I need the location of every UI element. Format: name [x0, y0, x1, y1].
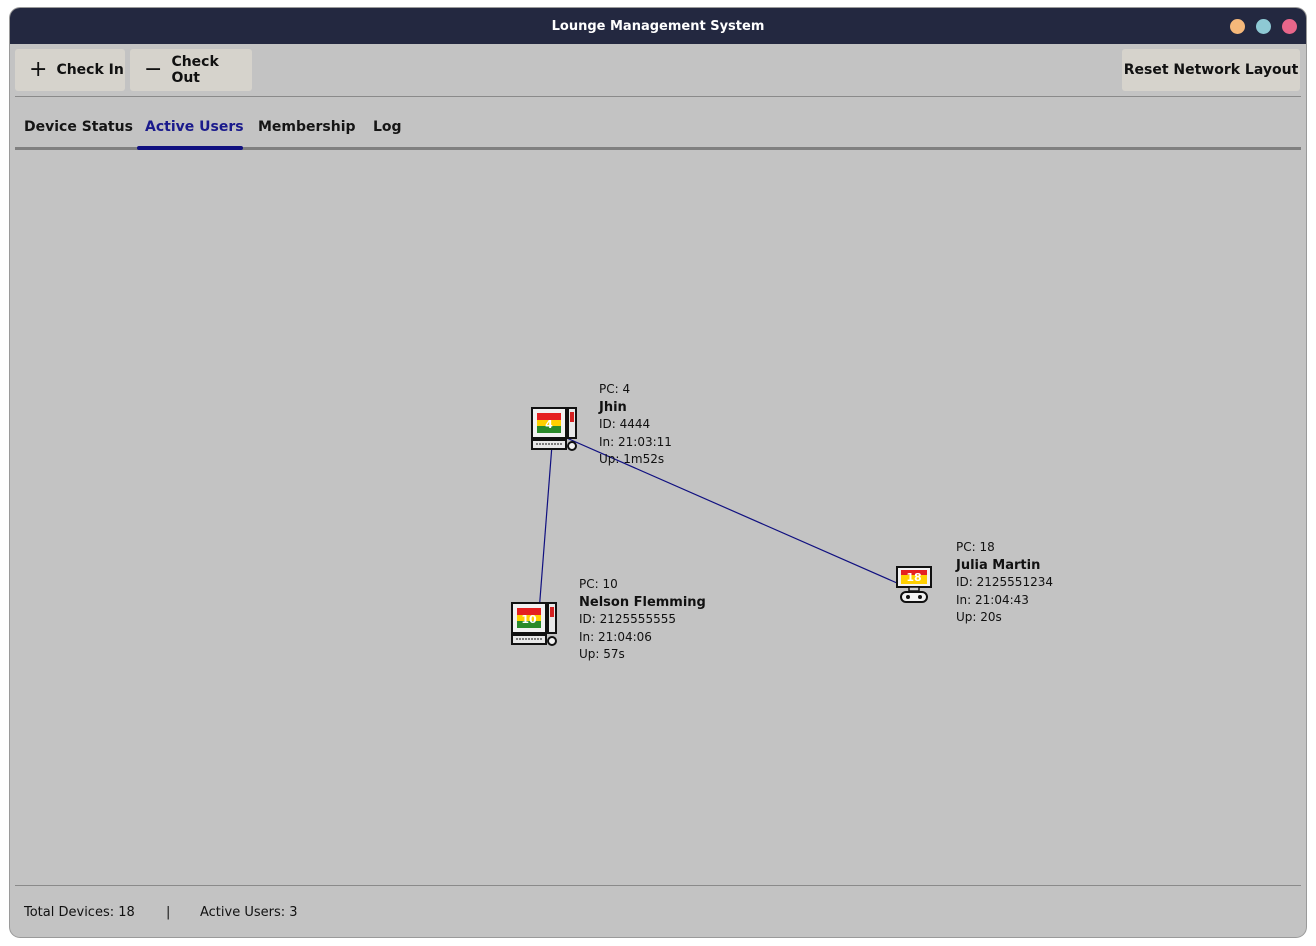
user-id: ID: 2125555555 [579, 612, 676, 626]
user-name: Jhin [599, 399, 627, 415]
check-out-button[interactable]: − Check Out [130, 49, 252, 91]
active-users-count: Active Users: 3 [200, 905, 298, 920]
active-tab-indicator [137, 146, 243, 150]
uptime: Up: 20s [956, 610, 1002, 624]
tab-bar: Device Status Active Users Membership Lo… [15, 104, 1301, 150]
uptime: Up: 57s [579, 647, 625, 661]
close-button[interactable] [1282, 19, 1297, 34]
pc-number: 10 [521, 613, 537, 626]
status-bar: Total Devices: 18 | Active Users: 3 [15, 886, 1301, 937]
node-info: PC: 4 Jhin ID: 4444 In: 21:03:11 Up: 1m5… [599, 381, 672, 469]
node-info: PC: 18 Julia Martin ID: 2125551234 In: 2… [956, 539, 1053, 627]
user-name: Julia Martin [956, 557, 1041, 573]
link-pc4-pc10 [537, 431, 554, 626]
pc-number: 18 [906, 571, 921, 584]
check-out-label: Check Out [171, 54, 219, 86]
title-bar: Lounge Management System [10, 8, 1306, 44]
pc-number: 4 [545, 418, 553, 431]
minus-icon: − [144, 57, 163, 82]
tab-device-status[interactable]: Device Status [24, 104, 133, 150]
reset-network-layout-button[interactable]: Reset Network Layout [1122, 49, 1300, 91]
check-in-label: Check In [56, 62, 124, 78]
network-canvas[interactable]: 4 PC: 4 Jhin ID: 4444 In: 21:03:11 Up: 1… [15, 153, 1301, 885]
check-in-time: In: 21:04:43 [956, 592, 1029, 607]
user-id: ID: 4444 [599, 417, 651, 431]
toolbar-divider [15, 96, 1301, 97]
desktop-pc-icon: 4 [531, 407, 577, 451]
game-console-icon: 18 [896, 566, 932, 603]
plus-icon: + [29, 57, 48, 82]
uptime: Up: 1m52s [599, 452, 665, 466]
user-id: ID: 2125551234 [956, 575, 1053, 589]
pc-label: PC: 10 [579, 577, 618, 591]
check-in-time: In: 21:04:06 [579, 629, 652, 644]
tab-active-users[interactable]: Active Users [145, 104, 244, 150]
check-in-time: In: 21:03:11 [599, 434, 672, 449]
network-links [537, 431, 898, 626]
reset-network-layout-label: Reset Network Layout [1123, 62, 1299, 78]
total-devices-count: Total Devices: 18 [24, 905, 135, 920]
window-title: Lounge Management System [551, 18, 765, 34]
status-separator: | [166, 905, 171, 920]
maximize-button[interactable] [1256, 19, 1271, 34]
user-name: Nelson Flemming [579, 594, 706, 610]
desktop-pc-icon: 10 [511, 602, 557, 646]
check-in-button[interactable]: + Check In [15, 49, 125, 91]
node-info: PC: 10 Nelson Flemming ID: 2125555555 In… [579, 576, 706, 664]
pc-label: PC: 18 [956, 540, 995, 554]
tab-membership[interactable]: Membership [258, 104, 356, 150]
app-window: Lounge Management System + Check In − Ch… [10, 8, 1306, 937]
minimize-button[interactable] [1230, 19, 1245, 34]
pc-label: PC: 4 [599, 382, 631, 396]
tab-log[interactable]: Log [373, 104, 402, 150]
